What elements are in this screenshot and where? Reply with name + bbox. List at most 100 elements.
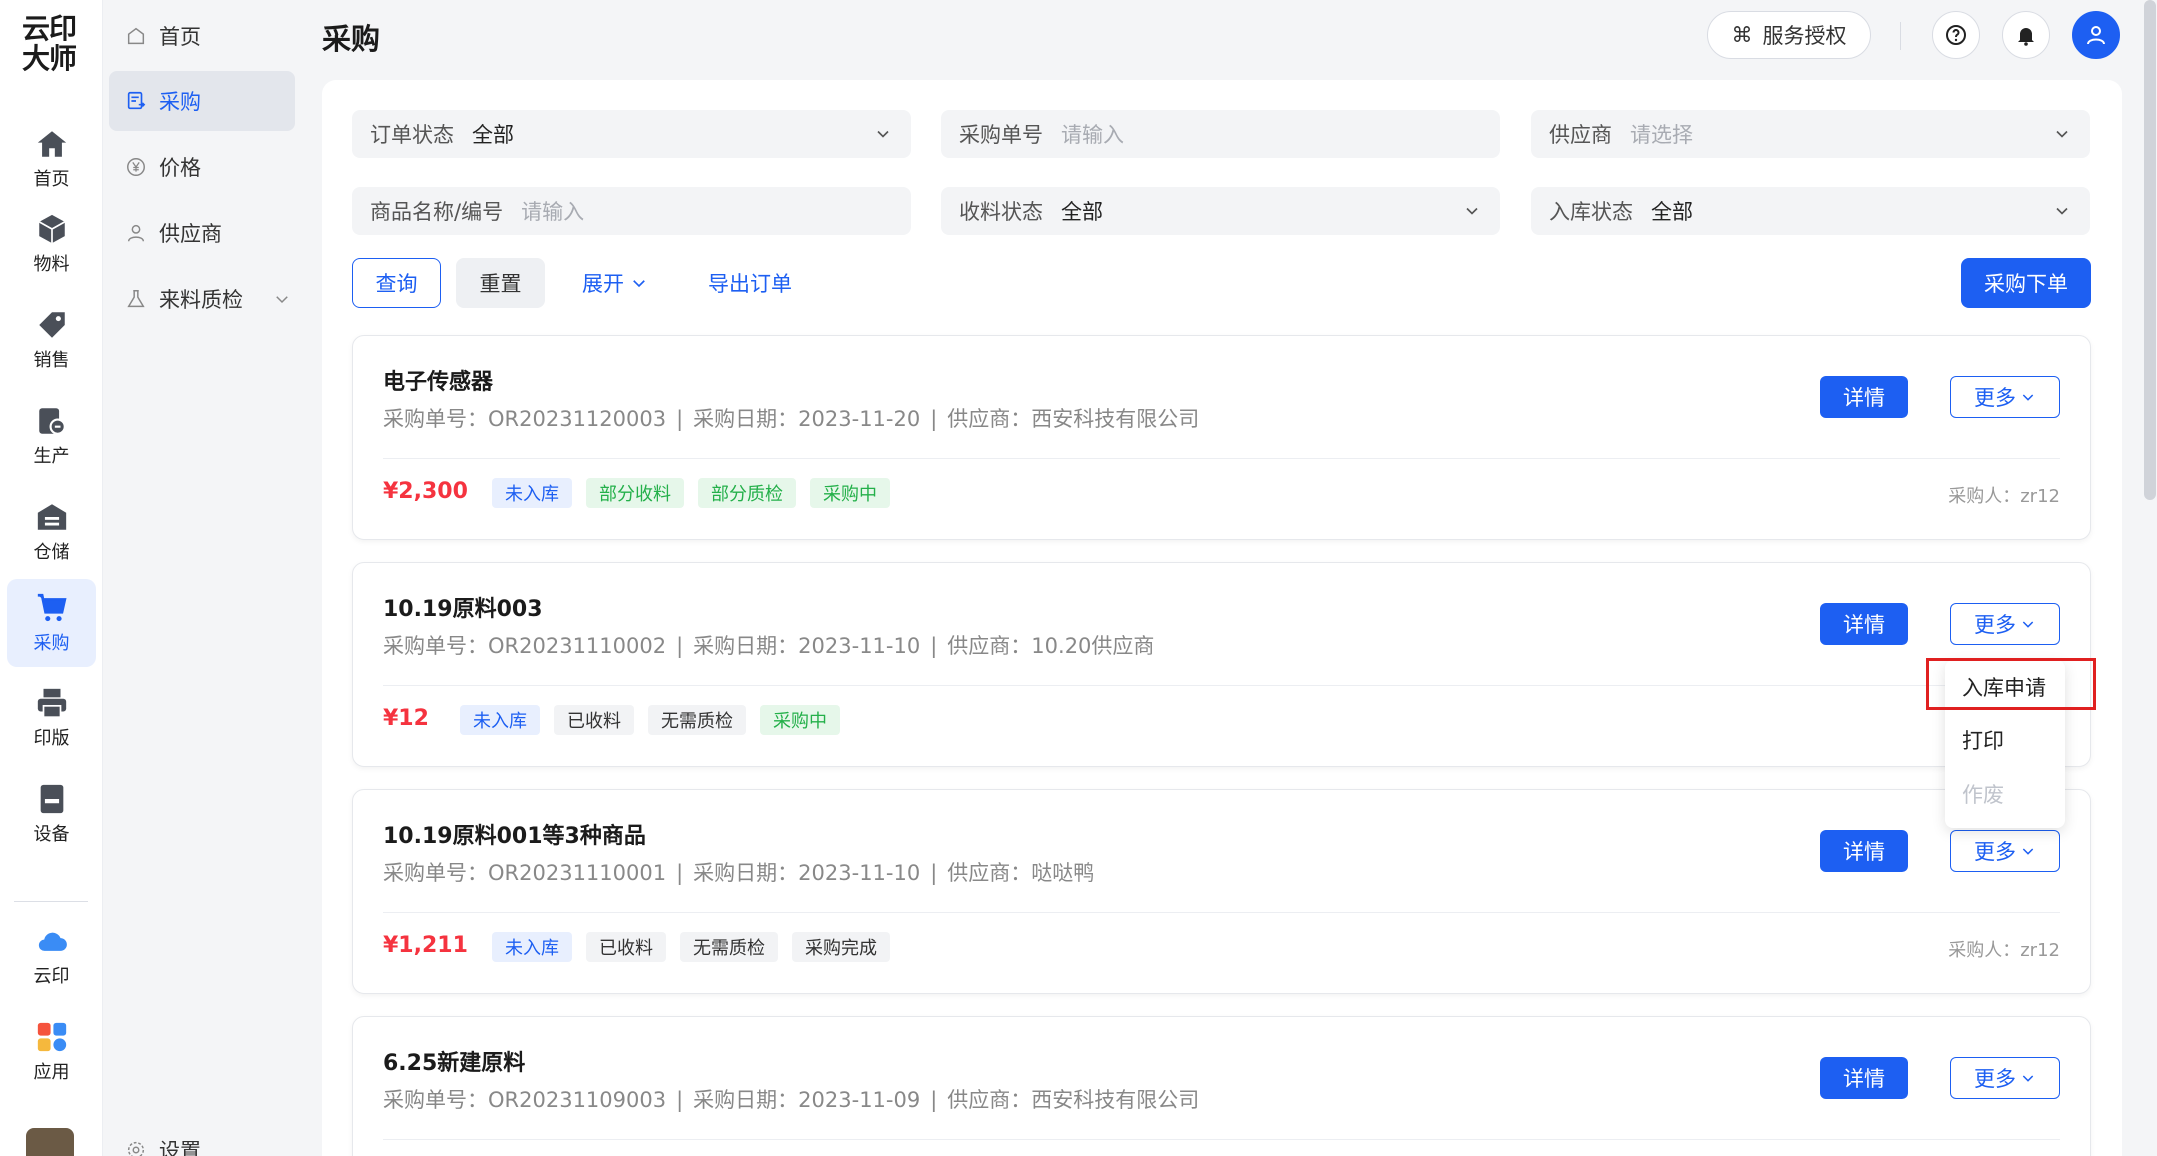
header-separator: [1900, 22, 1901, 50]
subnav-label-settings: 设置: [159, 1139, 201, 1156]
page-scrollbar[interactable]: [2144, 0, 2156, 500]
rail-label-warehouse: 仓储: [33, 542, 70, 563]
order-date: 采购日期：2023-11-09: [693, 1088, 921, 1112]
reset-button[interactable]: 重置: [456, 258, 545, 308]
expand-button[interactable]: 展开: [572, 258, 658, 308]
more-button[interactable]: 更多: [1950, 603, 2060, 645]
user-icon: [2087, 26, 2105, 45]
subnav-item-supplier[interactable]: 供应商: [109, 203, 295, 263]
detail-button[interactable]: 详情: [1820, 830, 1908, 872]
order-title: 10.19原料001等3种商品: [383, 824, 646, 849]
device-icon: [40, 784, 63, 814]
chevron-down-icon: [2022, 1075, 2034, 1082]
detail-button[interactable]: 详情: [1820, 603, 1908, 645]
order-no-placeholder: 请输入: [1061, 123, 1124, 147]
export-orders-button[interactable]: 导出订单: [700, 258, 800, 308]
rail-item-purchase[interactable]: 采购: [7, 579, 96, 667]
chevron-down-icon: [2056, 207, 2068, 215]
rail-item-production[interactable]: 生产: [7, 392, 96, 480]
subnav-item-settings[interactable]: 设置: [109, 1120, 295, 1156]
more-label: 更多: [1974, 840, 2016, 864]
rail-item-apps[interactable]: 应用: [7, 1008, 96, 1096]
rail-item-plate[interactable]: 印版: [7, 674, 96, 762]
menu-item-print[interactable]: 打印: [1962, 725, 2004, 755]
service-license-label: 服务授权: [1762, 24, 1847, 48]
subnav-label-inspection: 来料质检: [159, 288, 243, 312]
order-price: ¥12: [383, 706, 429, 731]
order-supplier: 供应商：哒哒鸭: [947, 861, 1095, 885]
more-button[interactable]: 更多: [1950, 830, 2060, 872]
apps-icon: [37, 1022, 66, 1052]
order-status-select[interactable]: 订单状态 全部: [352, 110, 911, 158]
query-button[interactable]: 查询: [352, 258, 441, 308]
help-icon: [1946, 25, 1966, 45]
person-icon: [127, 224, 145, 242]
subnav-item-price[interactable]: 价格: [109, 137, 295, 197]
status-tags: 未入库 已收料 无需质检 采购完成: [492, 932, 890, 962]
status-tags: 未入库 已收料 无需质检 采购中: [460, 705, 840, 735]
more-label: 更多: [1974, 386, 2016, 410]
cube-icon: [38, 214, 65, 244]
status-badge: 采购完成: [792, 932, 890, 962]
purchase-doc-icon: [127, 91, 146, 110]
rail-item-cloud[interactable]: 云印: [7, 912, 96, 1000]
home-icon: [37, 131, 66, 157]
card-divider: [383, 458, 2060, 459]
detail-button[interactable]: 详情: [1820, 1057, 1908, 1099]
order-number: 采购单号：OR20231109003: [383, 1088, 667, 1112]
supplier-placeholder: 请选择: [1630, 123, 1693, 147]
rail-item-sales[interactable]: 销售: [7, 296, 96, 384]
cart-icon: [37, 593, 67, 622]
order-card: 6.25新建原料 采购单号：OR20231109003 | 采购日期：2023-11…: [352, 1016, 2091, 1156]
order-meta: 采购单号：OR20231109003 | 采购日期：2023-11-09 | 供应商：西…: [383, 1088, 1200, 1112]
printer-icon: [37, 688, 66, 719]
rail-label-plate: 印版: [33, 728, 70, 749]
flask-icon: [127, 290, 145, 308]
product-input[interactable]: 商品名称/编号 请输入: [352, 187, 911, 235]
rail-label-cloud: 云印: [33, 966, 70, 987]
highlight-annotation: [1926, 658, 2096, 710]
user-avatar[interactable]: [26, 1128, 74, 1156]
order-status-label: 订单状态: [370, 123, 454, 147]
status-badge: 无需质检: [680, 932, 778, 962]
status-tags: 未入库 部分收料 部分质检 采购中: [492, 478, 890, 508]
order-status-value: 全部: [472, 123, 514, 147]
place-order-button[interactable]: 采购下单: [1961, 258, 2091, 308]
subnav-item-home[interactable]: 首页: [109, 6, 295, 66]
more-button[interactable]: 更多: [1950, 376, 2060, 418]
order-supplier: 供应商：10.20供应商: [947, 634, 1155, 658]
order-title: 6.25新建原料: [383, 1051, 526, 1076]
order-no-input[interactable]: 采购单号 请输入: [941, 110, 1500, 158]
account-button[interactable]: [2072, 11, 2120, 59]
order-meta: 采购单号：OR20231110001 | 采购日期：2023-11-10 | 供应商：哒…: [383, 861, 1095, 885]
order-number: 采购单号：OR20231120003: [383, 407, 667, 431]
status-badge: 未入库: [492, 932, 572, 962]
command-icon: ⌘: [1731, 23, 1753, 47]
rail-item-material[interactable]: 物料: [7, 200, 96, 288]
help-button[interactable]: [1932, 11, 1980, 59]
order-supplier: 供应商：西安科技有限公司: [947, 1088, 1200, 1112]
detail-button[interactable]: 详情: [1820, 376, 1908, 418]
warehouse-icon: [37, 504, 66, 530]
order-price: ¥2,300: [383, 479, 468, 504]
rail-item-home[interactable]: 首页: [7, 115, 96, 203]
yen-circle-icon: [127, 158, 145, 176]
chevron-down-icon: [877, 130, 889, 138]
order-title: 电子传感器: [383, 370, 494, 395]
home-outline-icon: [127, 27, 145, 45]
page-title: 采购: [322, 22, 381, 56]
receive-status-select[interactable]: 收料状态 全部: [941, 187, 1500, 235]
status-badge: 无需质检: [648, 705, 746, 735]
more-button[interactable]: 更多: [1950, 1057, 2060, 1099]
status-badge: 已收料: [586, 932, 666, 962]
rail-item-warehouse[interactable]: 仓储: [7, 488, 96, 576]
service-license-button[interactable]: ⌘ 服务授权: [1707, 11, 1871, 59]
stock-status-select[interactable]: 入库状态 全部: [1531, 187, 2090, 235]
rail-item-device[interactable]: 设备: [7, 770, 96, 858]
subnav-item-purchase[interactable]: 采购: [109, 71, 295, 131]
supplier-select[interactable]: 供应商 请选择: [1531, 110, 2090, 158]
subnav-item-inspection[interactable]: 来料质检: [109, 269, 295, 329]
notification-button[interactable]: [2002, 11, 2050, 59]
card-divider: [383, 912, 2060, 913]
app-logo: 云印 大师: [22, 14, 82, 74]
